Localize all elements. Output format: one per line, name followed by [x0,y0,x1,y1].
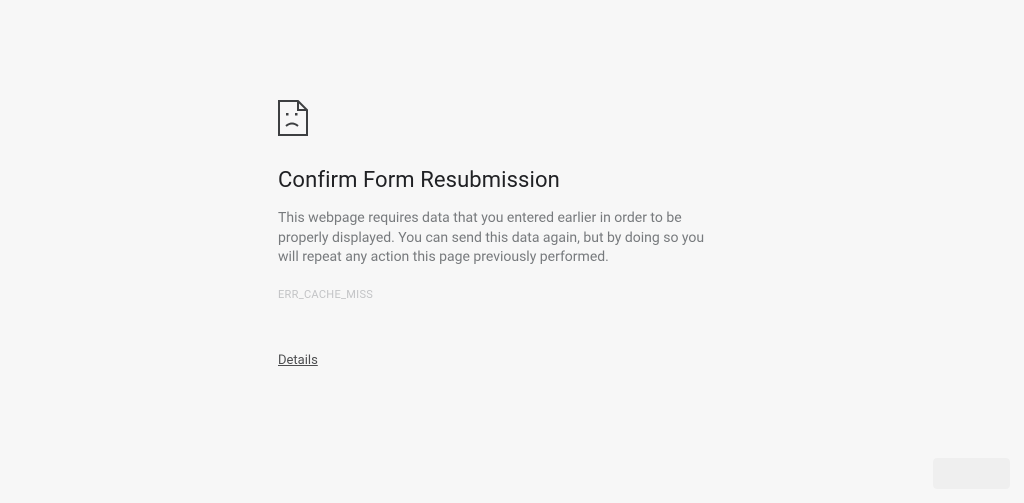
error-icon-wrap [278,100,746,136]
error-panel: Confirm Form Resubmission This webpage r… [278,100,746,368]
details-link[interactable]: Details [278,353,318,368]
error-code: ERR_CACHE_MISS [278,288,746,301]
page-title: Confirm Form Resubmission [278,168,746,193]
reload-button[interactable]: Reload [933,458,1010,489]
error-message: This webpage requires data that you ente… [278,209,726,268]
sad-page-icon [278,100,308,136]
